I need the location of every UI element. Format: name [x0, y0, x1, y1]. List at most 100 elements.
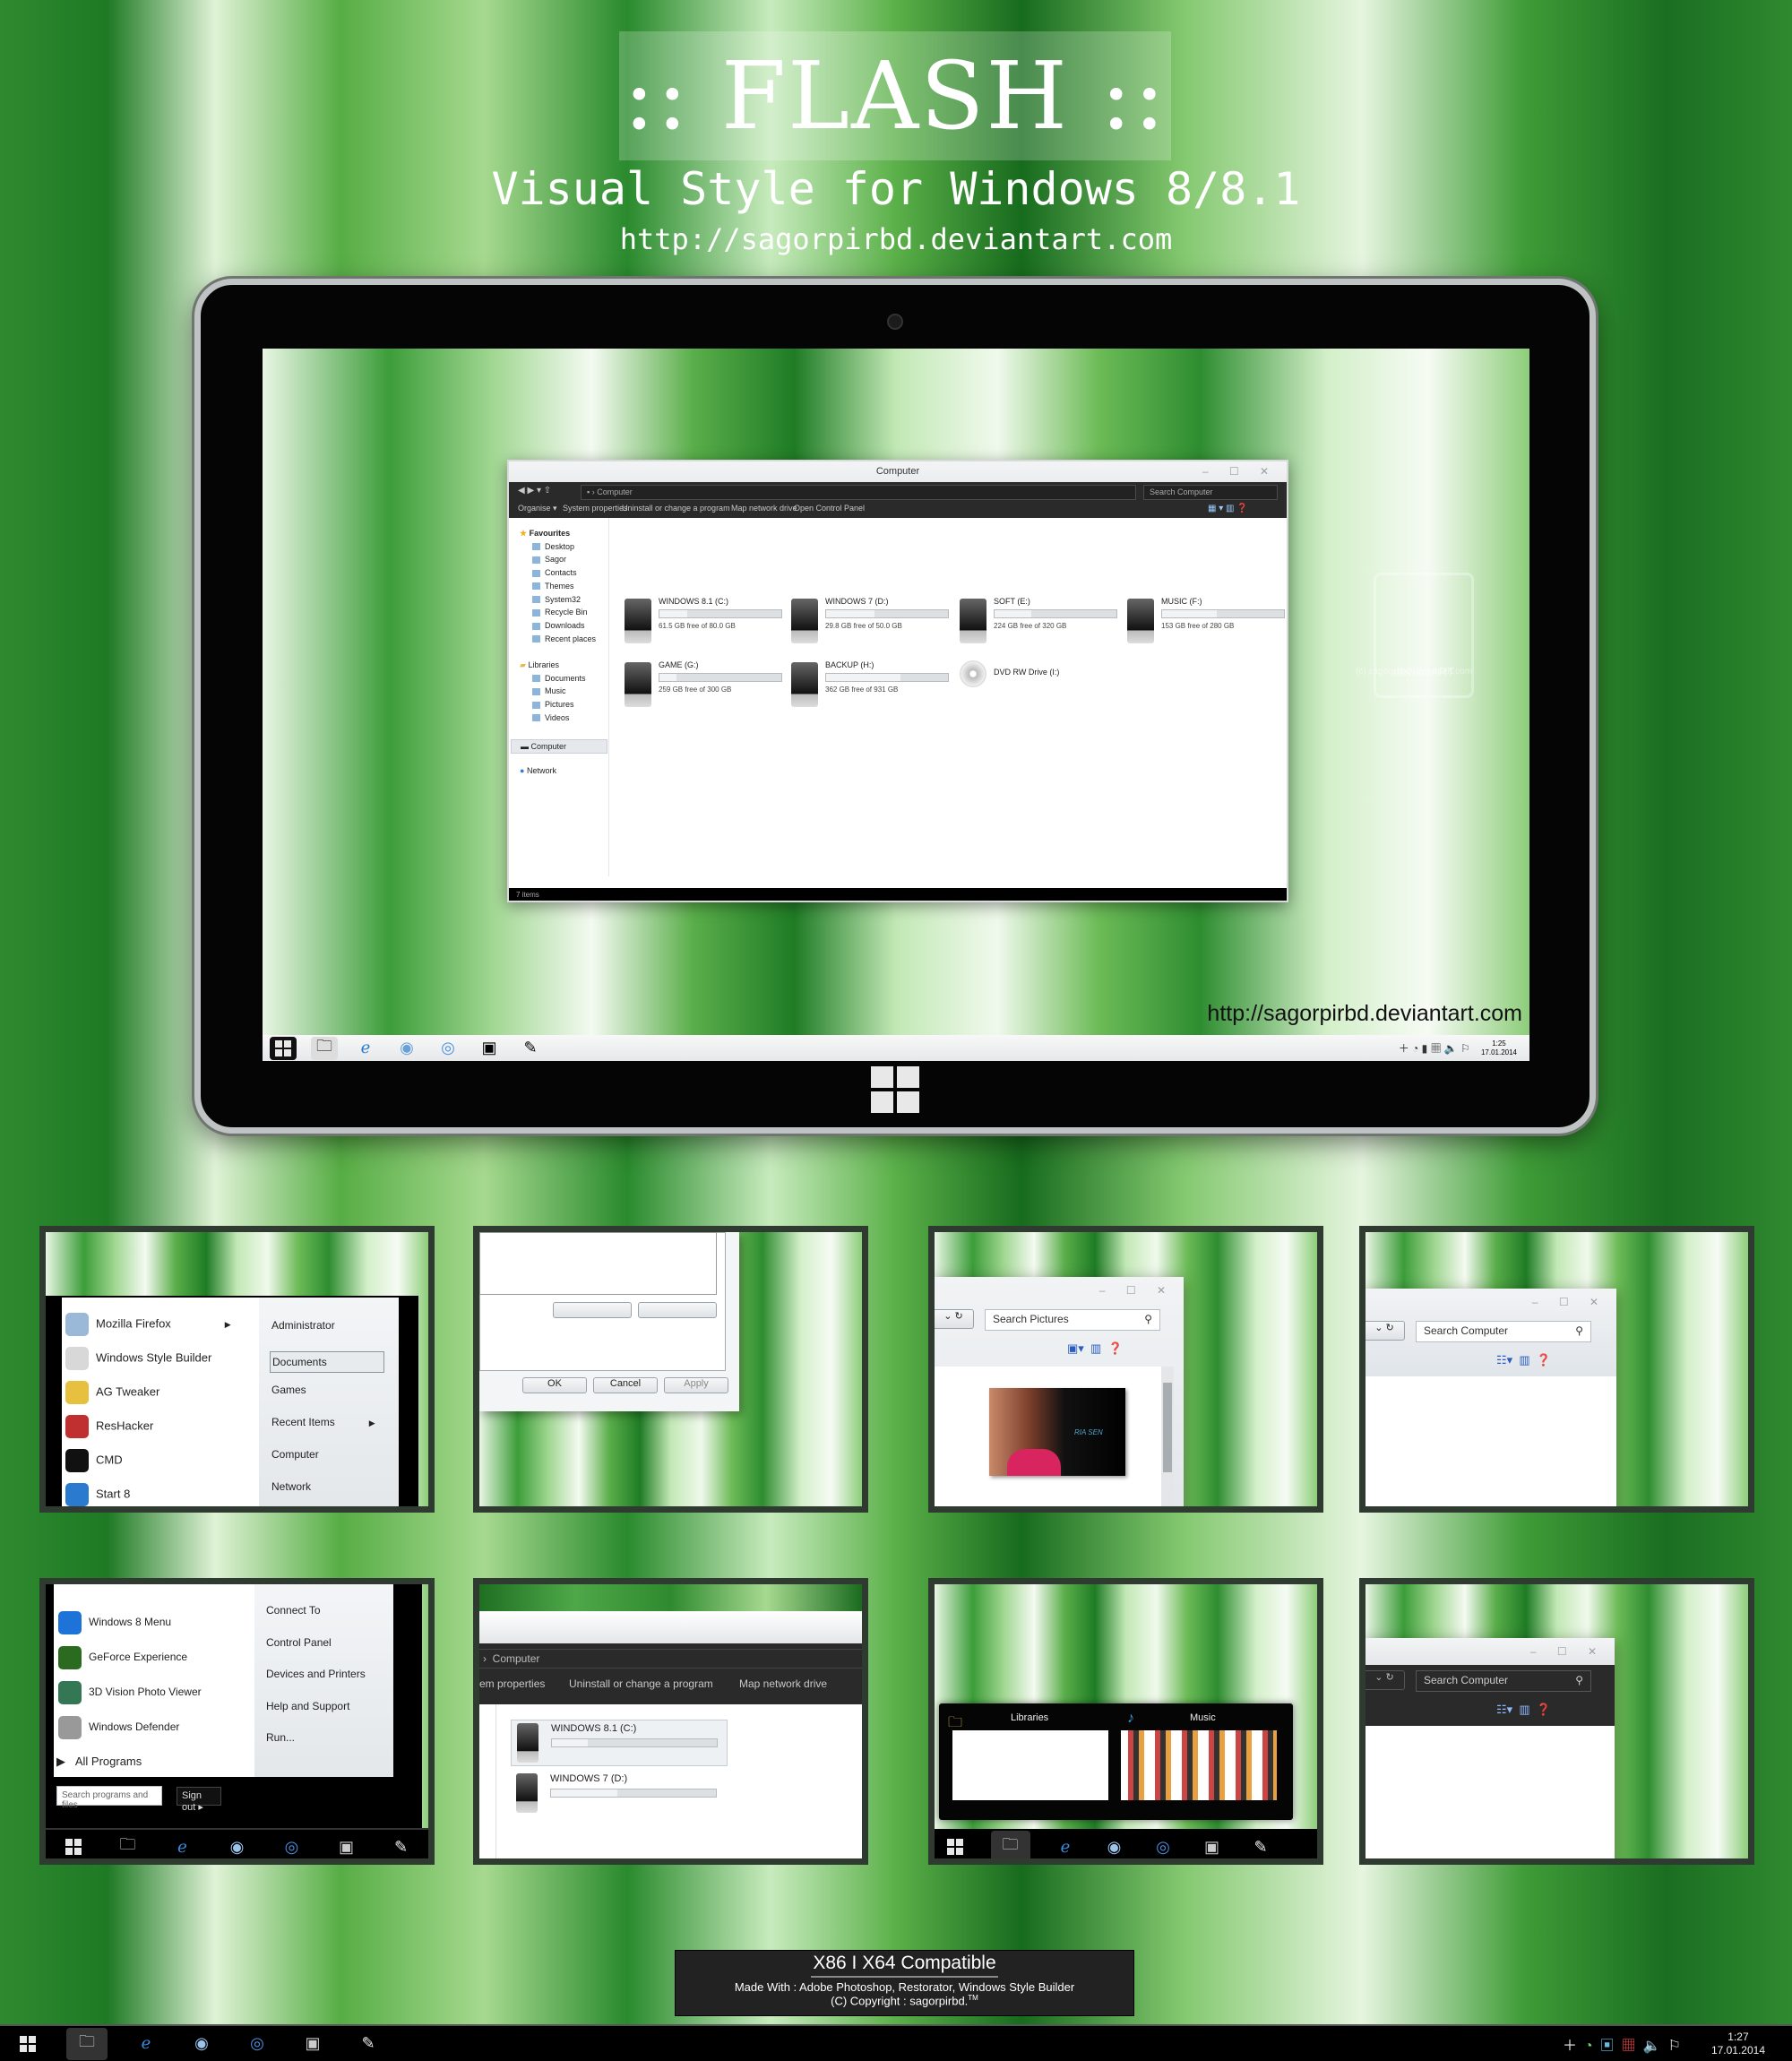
preview-libraries-title[interactable]: Libraries: [1011, 1712, 1048, 1723]
firefox-icon[interactable]: ◉: [1101, 1835, 1128, 1858]
search-pictures-input[interactable]: Search Pictures ⚲: [985, 1309, 1160, 1331]
firefox-icon[interactable]: ◉: [393, 1037, 420, 1060]
command-5[interactable]: Open Control Panel: [794, 504, 865, 513]
scrollbar[interactable]: [1161, 1367, 1174, 1506]
view-icons[interactable]: ☷▾ ▥ ❓: [1496, 1353, 1551, 1367]
style-builder-icon[interactable]: ✎: [388, 1835, 415, 1858]
nav-buttons[interactable]: ◀ ▶ ▾ ⇧: [518, 486, 551, 496]
control-panel-icon[interactable]: ▣: [333, 1835, 360, 1858]
chrome-icon[interactable]: ◎: [279, 1835, 306, 1858]
dialog-button-blank-1[interactable]: [553, 1302, 632, 1318]
start-item[interactable]: AG Tweaker: [65, 1381, 159, 1404]
dvd-drive[interactable]: DVD RW Drive (I:): [960, 660, 1121, 716]
style-builder-icon[interactable]: ✎: [355, 2032, 382, 2056]
start-place-item[interactable]: Recent Items ▶: [271, 1416, 375, 1428]
view-icons[interactable]: ☷▾ ▥ ❓: [1496, 1703, 1551, 1717]
command-3[interactable]: Uninstall or change a program: [622, 504, 730, 513]
ok-button[interactable]: OK: [522, 1377, 587, 1393]
nav-item[interactable]: Sagor: [532, 555, 566, 564]
command-2[interactable]: System properties: [563, 504, 628, 513]
start-item[interactable]: Windows 8 Menu: [58, 1611, 171, 1634]
clock[interactable]: 1:25 17.01.2014: [1481, 1039, 1517, 1057]
control-panel-icon[interactable]: ▣: [1199, 1835, 1226, 1858]
nav-item[interactable]: System32: [532, 595, 581, 604]
start-item[interactable]: GeForce Experience: [58, 1646, 187, 1669]
start-place-item[interactable]: Computer: [271, 1448, 319, 1461]
style-builder-icon[interactable]: ✎: [517, 1037, 544, 1060]
view-icons[interactable]: ▣▾ ▥ ❓: [1067, 1341, 1123, 1356]
drive-tile[interactable]: BACKUP (H:) 362 GB free of 931 GB: [791, 660, 952, 716]
start-button[interactable]: [14, 2032, 41, 2056]
start-place-item[interactable]: Games: [271, 1384, 306, 1396]
start-button[interactable]: [60, 1835, 87, 1858]
windows-logo-icon[interactable]: [871, 1066, 919, 1113]
drive-tile[interactable]: WINDOWS 8.1 (C:) 61.5 GB free of 80.0 GB: [625, 597, 786, 652]
start-button[interactable]: [270, 1036, 297, 1060]
caption-buttons[interactable]: – ☐ ✕: [1202, 461, 1278, 481]
preview-music-window[interactable]: [1121, 1730, 1277, 1800]
control-panel-icon[interactable]: ▣: [299, 2032, 326, 2056]
command-3[interactable]: Map network drive: [739, 1677, 827, 1690]
nav-computer[interactable]: ▬ Computer: [511, 739, 607, 754]
start-button[interactable]: [942, 1835, 969, 1858]
nav-item[interactable]: Recent places: [532, 634, 596, 643]
screen-url[interactable]: http://sagorpirbd.deviantart.com: [1207, 1001, 1522, 1027]
start-place-item[interactable]: Control Panel: [266, 1636, 332, 1649]
caption-buttons[interactable]: – ☐ ✕: [1532, 1296, 1607, 1308]
start-place-item[interactable]: Help and Support: [266, 1700, 349, 1712]
start-item[interactable]: CMD: [65, 1449, 123, 1472]
clock[interactable]: 1:27 17.01.2014: [1711, 2031, 1765, 2057]
file-explorer-icon[interactable]: 🗀: [115, 1835, 142, 1858]
start-item[interactable]: Windows Style Builder: [65, 1347, 211, 1370]
file-explorer-icon[interactable]: 🗀: [311, 1036, 338, 1060]
drive-tile[interactable]: GAME (G:) 259 GB free of 300 GB: [625, 660, 786, 716]
control-panel-icon[interactable]: ▣: [476, 1037, 503, 1060]
nav-item[interactable]: Contacts: [532, 568, 577, 577]
search-computer-input[interactable]: Search Computer ⚲: [1416, 1670, 1591, 1692]
command-1[interactable]: em properties: [479, 1677, 545, 1690]
header-url[interactable]: http://sagorpirbd.deviantart.com: [0, 222, 1792, 256]
drive-tile[interactable]: WINDOWS 7 (D:): [511, 1771, 728, 1817]
photo-thumbnail[interactable]: RIA SEN: [989, 1388, 1125, 1476]
start-item[interactable]: Mozilla Firefox ▶: [65, 1313, 231, 1336]
drive-tile[interactable]: WINDOWS 7 (D:) 29.8 GB free of 50.0 GB: [791, 597, 952, 652]
refresh-button[interactable]: ⌄ ↻: [935, 1309, 974, 1329]
firefox-icon[interactable]: ◉: [224, 1835, 251, 1858]
nav-item[interactable]: Pictures: [532, 700, 574, 709]
nav-item[interactable]: Themes: [532, 582, 574, 591]
start-item[interactable]: ResHacker: [65, 1415, 153, 1438]
style-builder-icon[interactable]: ✎: [1247, 1835, 1274, 1858]
nav-favourites[interactable]: ★ Favourites: [520, 529, 570, 539]
address-bar[interactable]: › Computer: [479, 1649, 862, 1669]
refresh-button[interactable]: ⌄ ↻: [1366, 1321, 1405, 1341]
start-item[interactable]: 3D Vision Photo Viewer: [58, 1681, 202, 1704]
preview-music-title[interactable]: Music: [1190, 1712, 1216, 1723]
nav-network[interactable]: ● Network: [520, 766, 556, 775]
internet-explorer-icon[interactable]: ℯ: [133, 2032, 159, 2056]
chrome-icon[interactable]: ◎: [435, 1037, 461, 1060]
cancel-button[interactable]: Cancel: [593, 1377, 658, 1393]
command-4[interactable]: Map network drive: [731, 504, 797, 513]
all-programs[interactable]: ▶ All Programs: [56, 1755, 142, 1769]
nav-item[interactable]: Videos: [532, 713, 569, 722]
nav-item[interactable]: Downloads: [532, 621, 585, 630]
start-place-item[interactable]: Documents: [270, 1351, 384, 1373]
refresh-button[interactable]: ⌄ ↻: [1366, 1670, 1405, 1690]
start-place-item[interactable]: Run...: [266, 1731, 295, 1744]
firefox-icon[interactable]: ◉: [188, 2032, 215, 2056]
dialog-button-blank-2[interactable]: [638, 1302, 717, 1318]
view-icons[interactable]: ▦ ▾ ▥ ❓: [1208, 504, 1248, 513]
drive-tile[interactable]: SOFT (E:) 224 GB free of 320 GB: [960, 597, 1121, 652]
file-explorer-icon[interactable]: 🗀: [990, 1831, 1030, 1858]
nav-item[interactable]: Music: [532, 686, 566, 695]
internet-explorer-icon[interactable]: ℯ: [352, 1037, 379, 1060]
tray-icons[interactable]: ＋◔▣▦🔈⚐: [1563, 2033, 1688, 2055]
nav-item[interactable]: Documents: [532, 674, 586, 683]
address-bar[interactable]: ▪ › Computer: [581, 485, 1136, 500]
nav-item[interactable]: Recycle Bin: [532, 608, 588, 617]
preview-libraries-window[interactable]: [952, 1730, 1108, 1800]
start-item[interactable]: Start 8: [65, 1483, 130, 1506]
search-box[interactable]: Search Computer: [1143, 485, 1278, 500]
caption-buttons[interactable]: – ☐ ✕: [1530, 1645, 1606, 1658]
file-explorer-icon[interactable]: 🗀: [66, 2027, 108, 2060]
